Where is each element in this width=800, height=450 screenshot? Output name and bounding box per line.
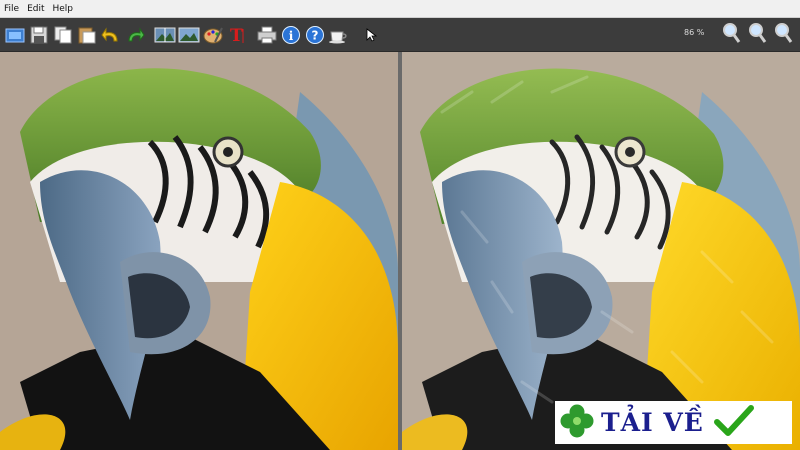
undo-icon[interactable] [100, 24, 122, 46]
help-icon[interactable]: ? [304, 24, 326, 46]
text-tool-icon[interactable]: T [226, 24, 248, 46]
mouse-cursor-icon [360, 24, 382, 46]
paste-icon[interactable] [76, 24, 98, 46]
image-view-icon[interactable] [178, 24, 200, 46]
compare-view-icon[interactable] [154, 24, 176, 46]
checkmark-icon [713, 404, 754, 442]
zoom-level-text: 86 % [684, 28, 705, 37]
download-badge[interactable]: TẢI VỀ [555, 401, 792, 444]
palette-icon[interactable] [202, 24, 224, 46]
open-image-icon[interactable] [4, 24, 26, 46]
print-icon[interactable] [256, 24, 278, 46]
svg-text:?: ? [312, 28, 319, 42]
menu-edit[interactable]: Edit [23, 4, 48, 14]
clover-icon [559, 403, 595, 443]
info-icon[interactable]: i [280, 24, 302, 46]
parrot-original-image [0, 52, 398, 450]
redo-icon[interactable] [124, 24, 146, 46]
menu-bar: File Edit Help [0, 0, 800, 18]
zoom-buttons [718, 22, 794, 44]
zoom-fit-icon[interactable] [772, 22, 794, 44]
coffee-icon[interactable] [328, 24, 350, 46]
svg-text:i: i [289, 29, 294, 43]
toolbar: T i ? [0, 18, 800, 53]
zoom-out-icon[interactable] [746, 22, 768, 44]
original-image-pane[interactable] [0, 52, 398, 450]
menu-help[interactable]: Help [49, 4, 78, 14]
copy-icon[interactable] [52, 24, 74, 46]
parrot-painted-image [402, 52, 800, 450]
zoom-in-icon[interactable] [720, 22, 742, 44]
effect-image-pane[interactable] [402, 52, 800, 450]
badge-text: TẢI VỀ [601, 408, 704, 437]
menu-file[interactable]: File [0, 4, 23, 14]
svg-text:T: T [230, 26, 243, 45]
save-icon[interactable] [28, 24, 50, 46]
